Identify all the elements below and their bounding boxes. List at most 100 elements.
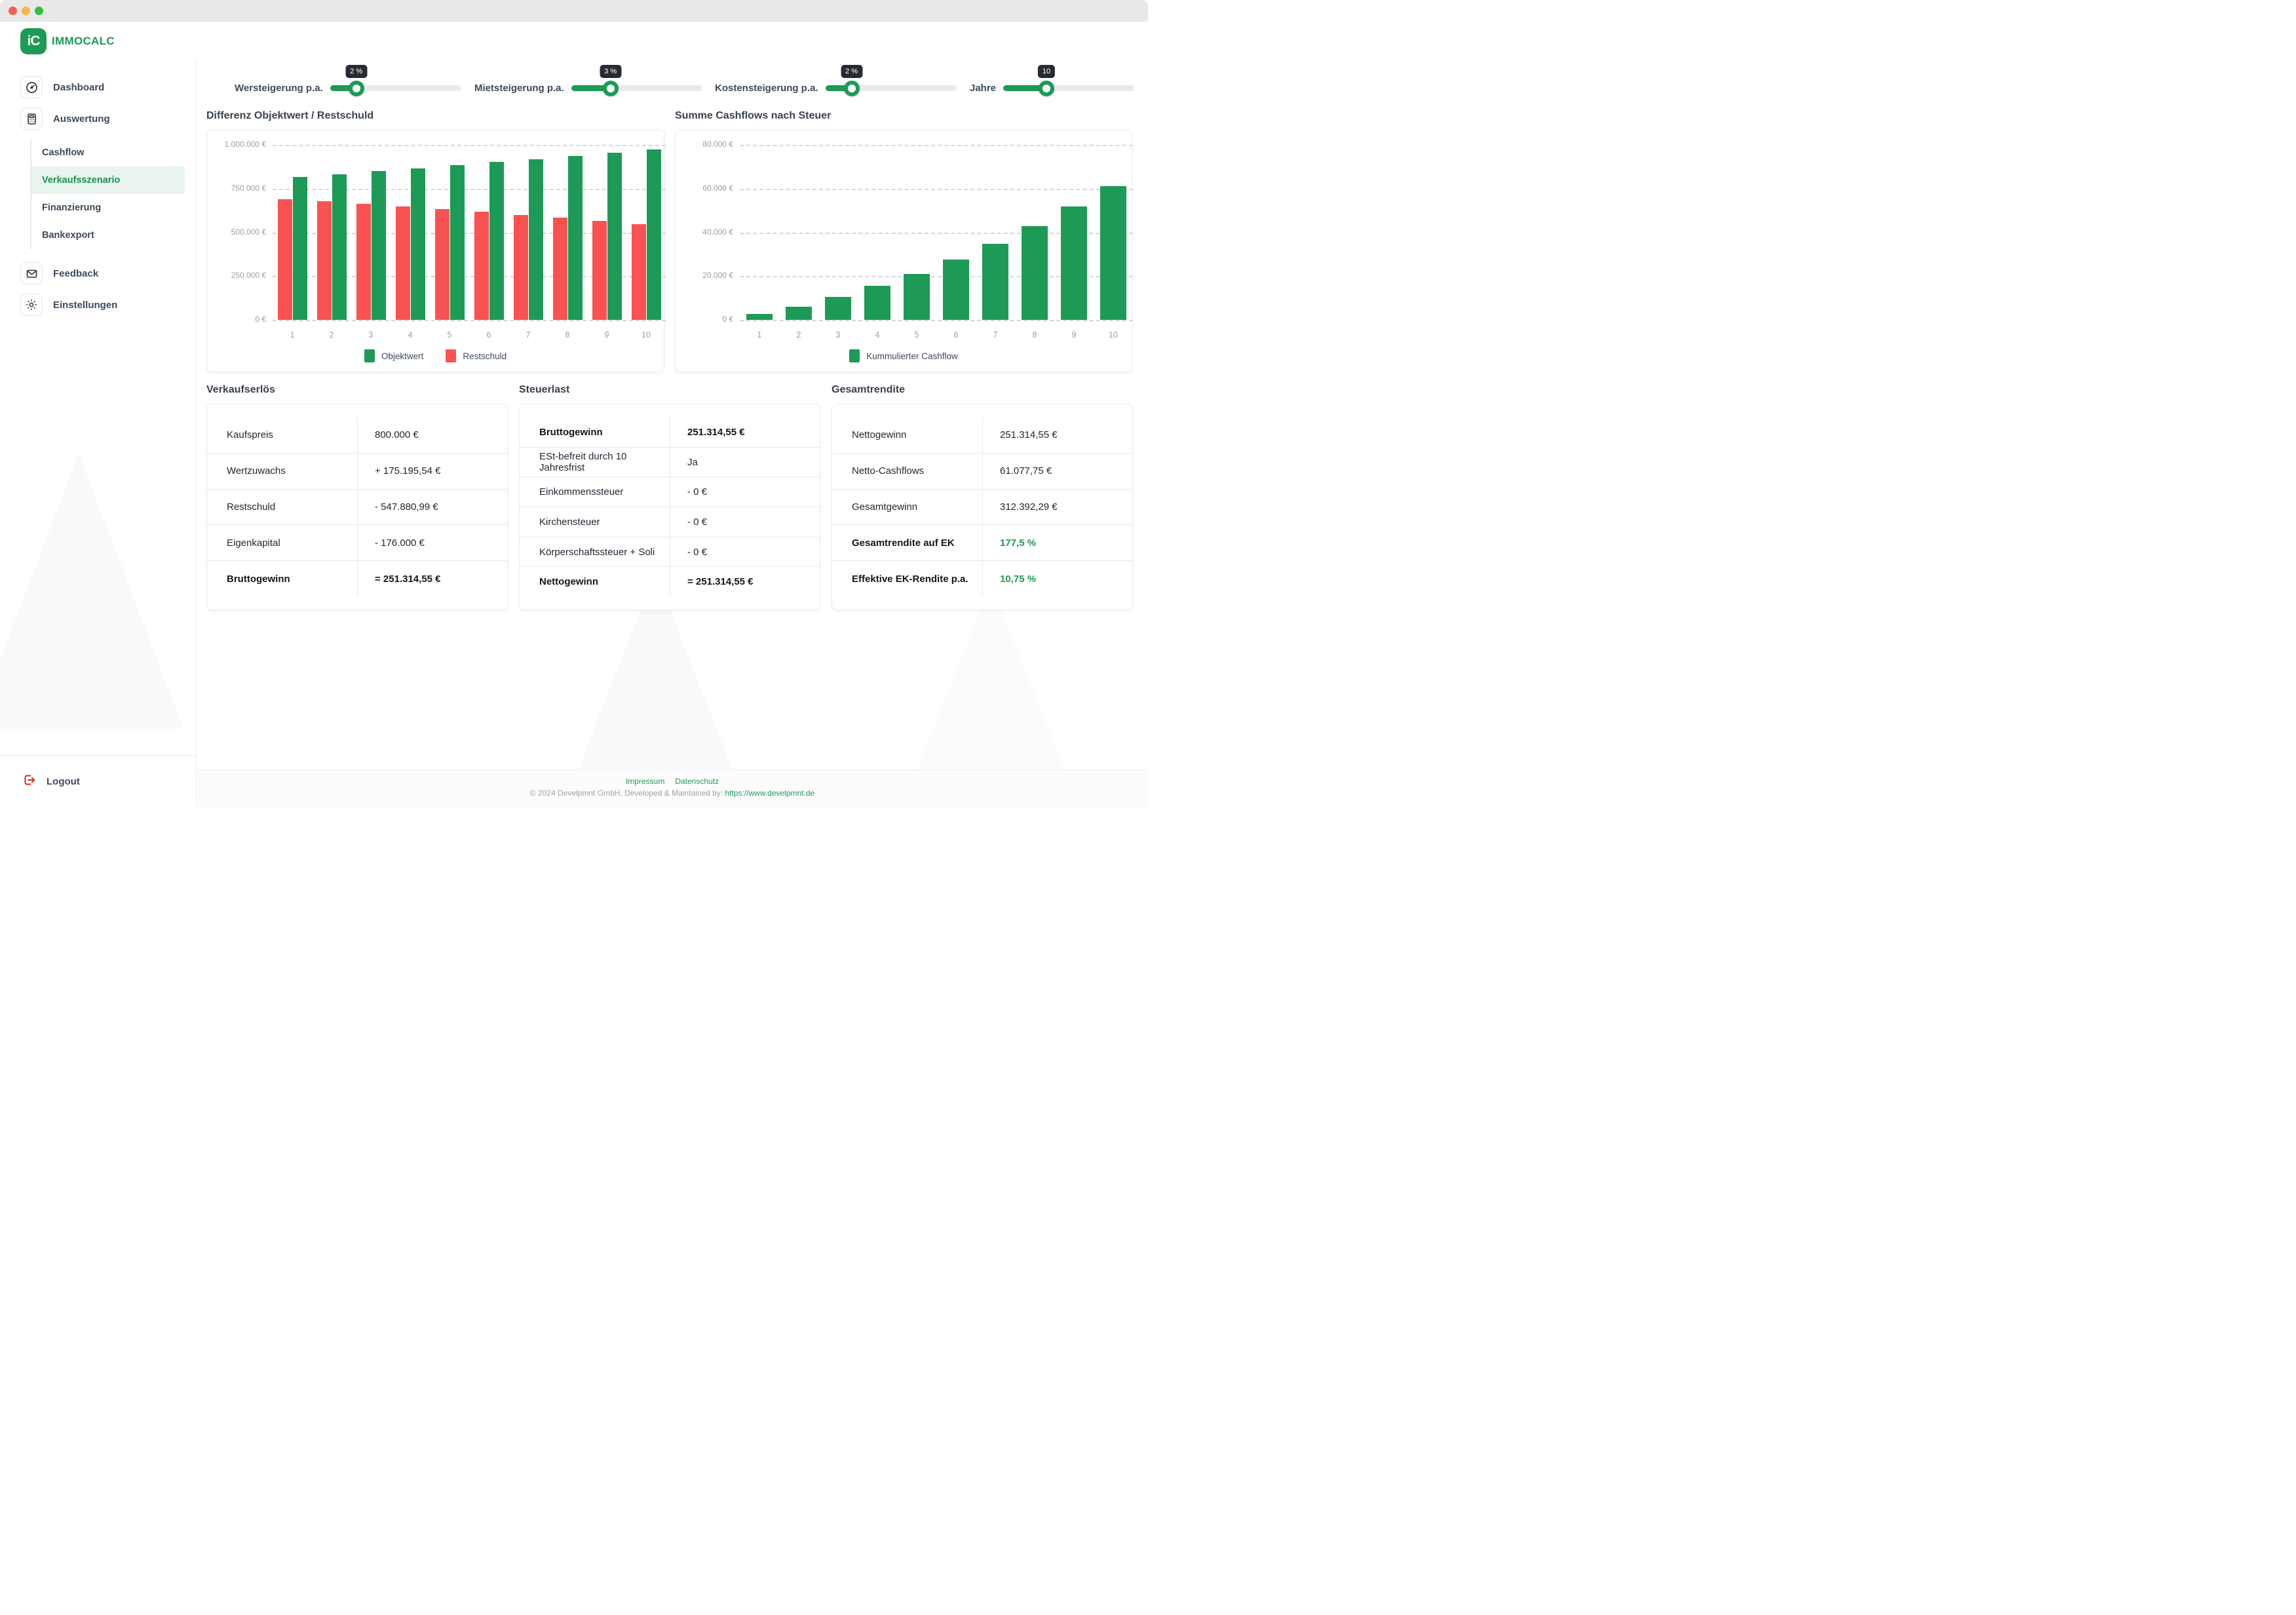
app-window: iC IMMOCALC Dashboard: [0, 0, 1148, 808]
slider-value-badge: 3 %: [600, 65, 621, 78]
app-logo-icon: iC: [20, 28, 47, 54]
gridline: [273, 145, 666, 146]
y-axis-tick: 40.000 €: [682, 227, 733, 238]
zoom-window-button[interactable]: [35, 7, 43, 15]
y-axis-tick: 750.000 €: [215, 184, 266, 194]
slider-track[interactable]: 2 %: [826, 85, 957, 91]
slider-track[interactable]: 2 %: [330, 85, 461, 91]
row-label: Kaufspreis: [207, 418, 357, 453]
slider-thumb[interactable]: [349, 81, 364, 96]
row-value: - 0 €: [670, 537, 820, 567]
legend-label: Restschuld: [463, 351, 507, 361]
calculator-icon: [20, 107, 43, 130]
logout-icon: [22, 773, 36, 790]
summary-table-steuerlast: Steuerlast Bruttogewinn251.314,55 €ESt-be…: [519, 384, 820, 610]
bar-restschuld-year-8: [553, 218, 567, 320]
titlebar: [0, 0, 1148, 22]
legend-swatch: [446, 349, 456, 362]
y-axis-tick: 0 €: [215, 315, 266, 325]
row-label: ESt-befreit durch 10 Jahresfrist: [520, 448, 670, 477]
table-row: Effektive EK-Rendite p.a.10,75 %: [832, 560, 1132, 596]
row-label: Restschuld: [207, 490, 357, 525]
copyright-prefix: © 2024 Develpmnt GmbH. Developed & Maint…: [530, 788, 723, 798]
sidebar-item-einstellungen[interactable]: Einstellungen: [20, 294, 196, 316]
summary-tables-row: VerkaufserlösKaufspreis800.000 €Wertzuwa…: [197, 372, 1148, 610]
slider-group-1: Mietsteigerung p.a. 3 %: [474, 83, 702, 94]
x-axis: 12345678910: [273, 330, 666, 343]
impressum-link[interactable]: Impressum: [626, 777, 664, 786]
row-label: Körperschaftssteuer + Soli: [520, 537, 670, 567]
y-axis-tick: 60.000 €: [682, 184, 733, 194]
row-value: - 0 €: [670, 507, 820, 537]
row-value: 177,5 %: [982, 525, 1132, 560]
bar-kummulierter-cashflow-year-4: [864, 286, 890, 320]
x-axis-tick: 1: [273, 330, 312, 340]
datenschutz-link[interactable]: Datenschutz: [675, 777, 719, 786]
x-axis-tick: 6: [936, 330, 976, 340]
chart-cashflows: Summe Cashflows nach Steuer 80.000 €60.0…: [675, 110, 1132, 372]
sidebar-subitem-cashflow[interactable]: Cashflow: [31, 139, 185, 166]
summary-table-verkaufserlös: VerkaufserlösKaufspreis800.000 €Wertzuwa…: [206, 384, 508, 610]
table-row: Restschuld- 547.880,99 €: [207, 489, 507, 525]
chart-title: Summe Cashflows nach Steuer: [675, 110, 1132, 122]
sidebar-subitem-bankexport[interactable]: Bankexport: [31, 222, 185, 249]
table-title: Steuerlast: [519, 384, 820, 396]
bar-restschuld-year-1: [278, 199, 292, 320]
bar-restschuld-year-9: [592, 221, 607, 320]
sidebar-item-feedback[interactable]: Feedback: [20, 262, 196, 284]
chart-objektwert-restschuld: Differenz Objektwert / Restschuld 1.000.…: [206, 110, 664, 372]
bar-objektwert-year-8: [568, 156, 583, 320]
slider-thumb[interactable]: [1039, 81, 1054, 96]
x-axis-tick: 5: [897, 330, 936, 340]
row-label: Nettogewinn: [832, 418, 982, 453]
x-axis-tick: 3: [818, 330, 858, 340]
slider-label: Wersteigerung p.a.: [235, 83, 323, 94]
developer-link[interactable]: https://www.develpmnt.de: [725, 788, 814, 798]
parameter-sliders-row: Wersteigerung p.a. 2 % Mietsteigerung p.a.…: [197, 60, 1148, 109]
row-label: Bruttogewinn: [520, 418, 670, 447]
gear-icon: [20, 294, 43, 316]
x-axis-tick: 1: [740, 330, 779, 340]
row-value: - 176.000 €: [357, 525, 507, 560]
sidebar-subitem-finanzierung[interactable]: Finanzierung: [31, 194, 185, 222]
bar-objektwert-year-7: [529, 159, 543, 320]
slider-track[interactable]: 3 %: [571, 85, 702, 91]
close-window-button[interactable]: [9, 7, 17, 15]
slider-thumb[interactable]: [603, 81, 619, 96]
app-header: iC IMMOCALC: [0, 22, 1148, 60]
row-value: 800.000 €: [357, 418, 507, 453]
legend-label: Objektwert: [381, 351, 424, 361]
slider-label: Kostensteigerung p.a.: [715, 83, 818, 94]
y-axis-tick: 500.000 €: [215, 227, 266, 238]
legend-label: Kummulierter Cashflow: [866, 351, 958, 361]
y-axis-tick: 0 €: [682, 315, 733, 325]
y-axis-tick: 20.000 €: [682, 271, 733, 281]
table-row: Kirchensteuer- 0 €: [520, 507, 820, 537]
legend-swatch: [849, 349, 860, 362]
bar-objektwert-year-3: [372, 171, 386, 320]
row-value: - 547.880,99 €: [357, 490, 507, 525]
legend-item: Objektwert: [364, 349, 424, 362]
bar-objektwert-year-5: [450, 165, 465, 320]
table-card: Bruttogewinn251.314,55 €ESt-befreit durc…: [519, 404, 820, 610]
table-row: Gesamtrendite auf EK177,5 %: [832, 524, 1132, 560]
gridline: [273, 320, 666, 321]
table-row: ESt-befreit durch 10 JahresfristJa: [520, 447, 820, 477]
chart-title: Differenz Objektwert / Restschuld: [206, 110, 664, 122]
sidebar: Dashboard Auswertung CashflowVerkaufssze…: [0, 60, 197, 808]
row-label: Wertzuwachs: [207, 454, 357, 489]
chart-card: 80.000 €60.000 €40.000 €20.000 €0 €12345…: [675, 130, 1132, 372]
sidebar-item-auswertung[interactable]: Auswertung: [20, 107, 196, 130]
row-label: Einkommenssteuer: [520, 477, 670, 507]
envelope-icon: [20, 262, 43, 284]
sidebar-subitem-verkaufsszenario[interactable]: Verkaufsszenario: [31, 166, 185, 194]
copyright-text: © 2024 Develpmnt GmbH. Developed & Maint…: [197, 788, 1148, 798]
slider-track[interactable]: 10: [1003, 85, 1134, 91]
sidebar-item-dashboard[interactable]: Dashboard: [20, 76, 196, 98]
table-row: Bruttogewinn= 251.314,55 €: [207, 560, 507, 596]
x-axis-tick: 9: [1054, 330, 1094, 340]
slider-label: Mietsteigerung p.a.: [474, 83, 564, 94]
minimize-window-button[interactable]: [22, 7, 30, 15]
slider-thumb[interactable]: [844, 81, 860, 96]
logout-button[interactable]: Logout: [0, 755, 196, 808]
